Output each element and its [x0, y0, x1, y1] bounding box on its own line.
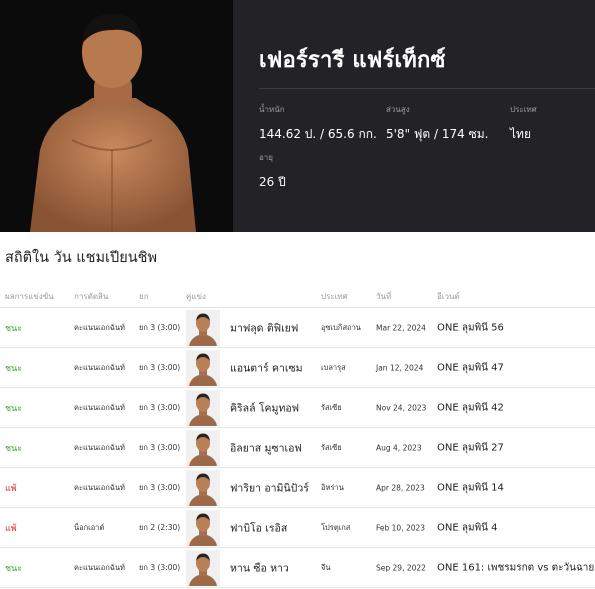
result-label: แพ้ — [5, 523, 17, 534]
header-opponent: คู่แข่ง — [186, 292, 206, 301]
result-label: ชนะ — [5, 323, 23, 334]
fighter-portrait-image — [0, 0, 233, 232]
opponent-country: เบลารุส — [321, 362, 346, 372]
opponent-name-link[interactable]: อิลยาส มูซาเอฟ — [230, 439, 302, 456]
opponent-photo-icon — [186, 509, 220, 546]
opponent-country: รัสเซีย — [321, 402, 342, 412]
opponent-country: จีน — [321, 562, 331, 572]
opponent-avatar[interactable] — [186, 509, 220, 546]
fight-date: Jan 12, 2024 — [376, 363, 424, 372]
result-label: ชนะ — [5, 403, 23, 414]
table-row[interactable]: แพ้ น็อกเอาต์ ยก 2 (2:30) ฟาบิโอ เรอิส โ… — [0, 508, 595, 548]
opponent-photo-icon — [186, 349, 220, 386]
round-label: ยก 2 (2:30) — [139, 522, 181, 532]
event-link[interactable]: ONE ลุมพินี 56 — [437, 320, 504, 335]
header-round: ยก — [139, 292, 149, 301]
method-label: คะแนนเอกฉันท์ — [74, 322, 125, 332]
opponent-country: รัสเซีย — [321, 442, 342, 452]
method-label: คะแนนเอกฉันท์ — [74, 482, 125, 492]
round-label: ยก 3 (3:00) — [139, 402, 181, 412]
fight-date: Sep 29, 2022 — [376, 563, 426, 572]
method-label: คะแนนเอกฉันท์ — [74, 362, 125, 372]
event-link[interactable]: ONE ลุมพินี 14 — [437, 480, 504, 495]
event-link[interactable]: ONE ลุมพินี 47 — [437, 360, 504, 375]
result-label: ชนะ — [5, 563, 23, 574]
stat-weight: น้ำหนัก 144.62 ป. / 65.6 กก. — [259, 103, 377, 144]
record-section-title: สถิติใน วัน แชมเปียนชิพ — [5, 250, 158, 266]
fight-date: Mar 22, 2024 — [376, 323, 426, 332]
table-row[interactable]: ชนะ คะแนนเอกฉันท์ ยก 3 (3:00) หาน ซือ หา… — [0, 548, 595, 588]
divider — [259, 88, 595, 89]
opponent-avatar[interactable] — [186, 429, 220, 466]
opponent-photo-icon — [186, 309, 220, 346]
opponent-photo-icon — [186, 429, 220, 466]
header-date: วันที่ — [376, 292, 392, 301]
stat-country-label: ประเทศ — [510, 105, 537, 114]
stat-weight-label: น้ำหนัก — [259, 105, 285, 114]
opponent-name-link[interactable]: คิริลล์ โคมูทอฟ — [230, 399, 299, 416]
fighter-photo — [0, 0, 233, 232]
fighter-hero: เฟอร์รารี แฟร์เท็กซ์ น้ำหนัก 144.62 ป. /… — [0, 0, 595, 232]
opponent-name-link[interactable]: แอนตาร์ คาเซม — [230, 359, 303, 376]
round-label: ยก 3 (3:00) — [139, 362, 181, 372]
stat-age-value: 26 ปี — [259, 175, 286, 189]
opponent-photo-icon — [186, 549, 220, 586]
stat-country-value: ไทย — [510, 127, 531, 141]
table-body: ชนะ คะแนนเอกฉันท์ ยก 3 (3:00) มาฟลุด ติฟ… — [0, 308, 595, 588]
opponent-avatar[interactable] — [186, 389, 220, 426]
header-result: ผลการแข่งขัน — [5, 292, 54, 301]
fighter-info-panel: เฟอร์รารี แฟร์เท็กซ์ น้ำหนัก 144.62 ป. /… — [233, 0, 595, 232]
fight-record-table: ผลการแข่งขัน การตัดสิน ยก คู่แข่ง ประเทศ… — [0, 280, 595, 588]
method-label: น็อกเอาต์ — [74, 522, 105, 532]
stat-age-label: อายุ — [259, 153, 273, 162]
table-row[interactable]: ชนะ คะแนนเอกฉันท์ ยก 3 (3:00) แอนตาร์ คา… — [0, 348, 595, 388]
table-row[interactable]: ชนะ คะแนนเอกฉันท์ ยก 3 (3:00) คิริลล์ โค… — [0, 388, 595, 428]
opponent-country: โปรตุเกส — [321, 522, 351, 532]
opponent-photo-icon — [186, 469, 220, 506]
header-event: อีเวนต์ — [437, 292, 460, 301]
opponent-avatar[interactable] — [186, 549, 220, 586]
round-label: ยก 3 (3:00) — [139, 442, 181, 452]
method-label: คะแนนเอกฉันท์ — [74, 442, 125, 452]
method-label: คะแนนเอกฉันท์ — [74, 402, 125, 412]
opponent-name-link[interactable]: ฟาบิโอ เรอิส — [230, 519, 287, 536]
fighter-name: เฟอร์รารี แฟร์เท็กซ์ — [259, 48, 446, 73]
event-link[interactable]: ONE 161: เพชรมรกต vs ตะวันฉาย — [437, 560, 594, 575]
fight-date: Aug 4, 2023 — [376, 443, 422, 452]
event-link[interactable]: ONE ลุมพินี 4 — [437, 520, 498, 535]
opponent-name-link[interactable]: หาน ซือ หาว — [230, 559, 289, 576]
fight-date: Apr 28, 2023 — [376, 483, 425, 492]
opponent-name-link[interactable]: ฟาริยา อามินิปัวร์ — [230, 479, 309, 496]
stat-height-label: ส่วนสูง — [386, 105, 410, 114]
method-label: คะแนนเอกฉันท์ — [74, 562, 125, 572]
stat-country: ประเทศ ไทย — [510, 103, 537, 144]
event-link[interactable]: ONE ลุมพินี 42 — [437, 400, 504, 415]
event-link[interactable]: ONE ลุมพินี 27 — [437, 440, 504, 455]
table-header: ผลการแข่งขัน การตัดสิน ยก คู่แข่ง ประเทศ… — [0, 280, 595, 308]
round-label: ยก 3 (3:00) — [139, 562, 181, 572]
stat-height: ส่วนสูง 5'8" ฟุต / 174 ซม. — [386, 103, 488, 144]
stat-age: อายุ 26 ปี — [259, 151, 286, 192]
result-label: ชนะ — [5, 443, 23, 454]
table-row[interactable]: แพ้ คะแนนเอกฉันท์ ยก 3 (3:00) ฟาริยา อาม… — [0, 468, 595, 508]
round-label: ยก 3 (3:00) — [139, 322, 181, 332]
stat-height-value: 5'8" ฟุต / 174 ซม. — [386, 127, 489, 141]
opponent-country: อุซเบกิสถาน — [321, 322, 361, 332]
opponent-photo-icon — [186, 389, 220, 426]
stat-weight-value: 144.62 ป. / 65.6 กก. — [259, 127, 377, 141]
header-method: การตัดสิน — [74, 292, 109, 301]
opponent-name-link[interactable]: มาฟลุด ติฟิเยฟ — [230, 319, 298, 336]
result-label: แพ้ — [5, 483, 17, 494]
opponent-avatar[interactable] — [186, 309, 220, 346]
round-label: ยก 3 (3:00) — [139, 482, 181, 492]
header-country: ประเทศ — [321, 292, 348, 301]
result-label: ชนะ — [5, 363, 23, 374]
opponent-avatar[interactable] — [186, 349, 220, 386]
opponent-country: อิหร่าน — [321, 482, 344, 492]
table-row[interactable]: ชนะ คะแนนเอกฉันท์ ยก 3 (3:00) มาฟลุด ติฟ… — [0, 308, 595, 348]
fight-date: Nov 24, 2023 — [376, 403, 427, 412]
opponent-avatar[interactable] — [186, 469, 220, 506]
table-row[interactable]: ชนะ คะแนนเอกฉันท์ ยก 3 (3:00) อิลยาส มูซ… — [0, 428, 595, 468]
fight-date: Feb 10, 2023 — [376, 523, 426, 532]
